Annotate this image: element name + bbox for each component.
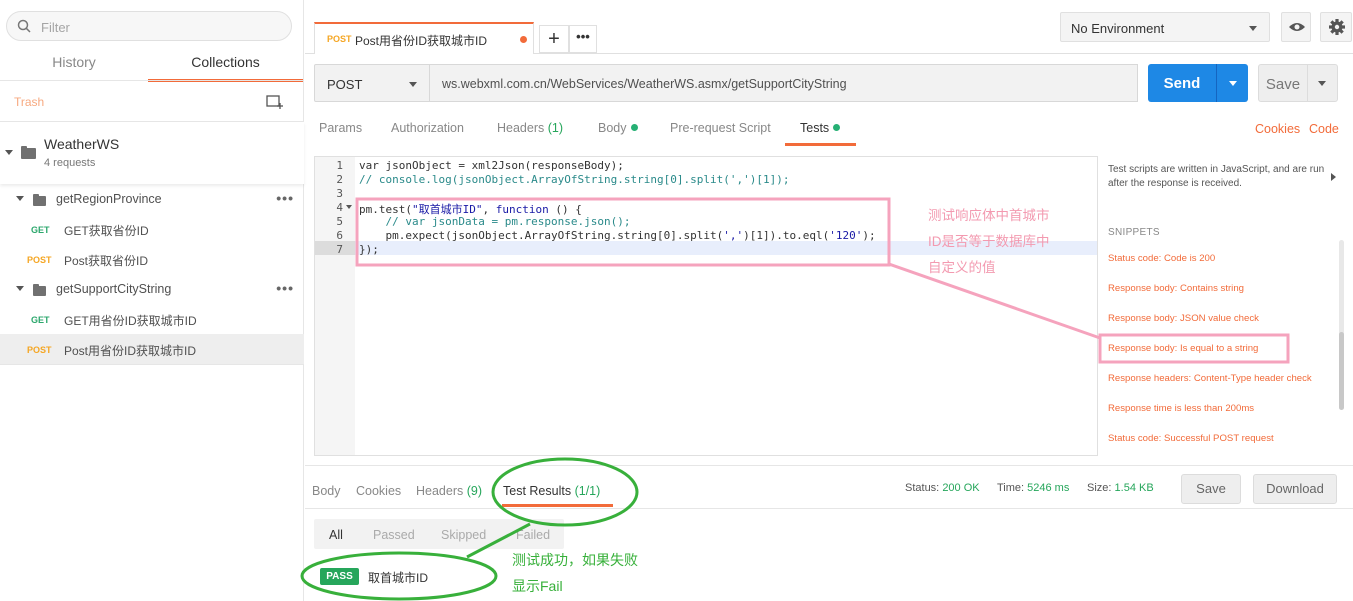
annotation-pink-note: 测试响应体中首城市 ID是否等于数据库中 自定义的值: [928, 203, 1050, 281]
annotation-overlay: [300, 197, 1290, 601]
annotation-line: 测试成功，如果失败: [512, 552, 638, 568]
annotation-line: 显示Fail: [512, 578, 563, 594]
annotation-ellipse-result: [300, 551, 498, 601]
annotation-line: 测试响应体中首城市: [928, 208, 1050, 223]
annotation-green-note: 测试成功，如果失败 显示Fail: [512, 547, 638, 599]
annotation-box-code: [355, 197, 891, 267]
annotation-ellipse-tab: [491, 457, 639, 527]
annotation-line: 自定义的值: [928, 260, 996, 275]
annotation-line: ID是否等于数据库中: [928, 234, 1050, 249]
annotation-box-snippet: [1098, 333, 1290, 364]
